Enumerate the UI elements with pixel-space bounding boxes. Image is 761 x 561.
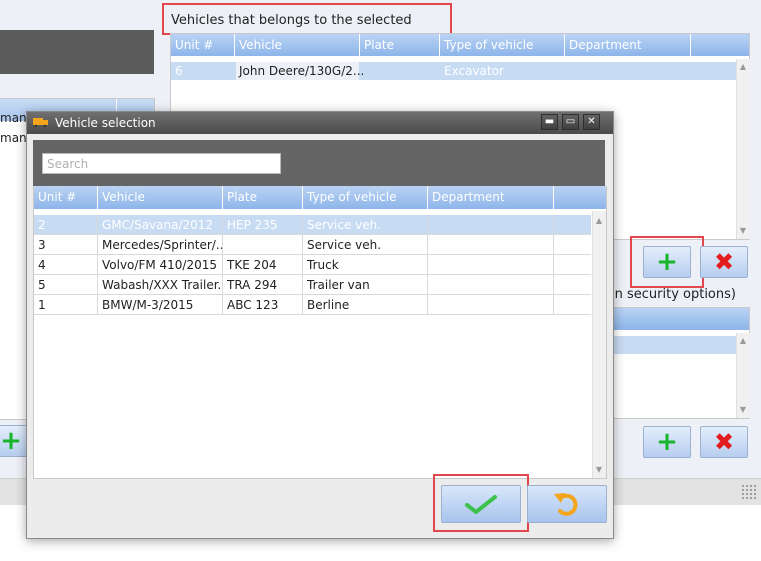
vehicle-grid-scrollbar[interactable]: ▲ ▼ (592, 211, 606, 478)
table-row[interactable]: 5 Wabash/XXX Trailer... TRA 294 Trailer … (34, 275, 591, 295)
cell-plate: TKE 204 (223, 255, 303, 275)
scroll-up-icon[interactable]: ▲ (737, 61, 749, 73)
cell-vehicle: John Deere/130G/2... (236, 62, 364, 80)
plus-icon: + (0, 426, 22, 456)
minimize-icon[interactable]: ▬ (541, 114, 558, 130)
table-row[interactable] (601, 336, 736, 354)
cell-type: Service veh. (303, 215, 428, 235)
undo-button[interactable] (527, 485, 607, 523)
scroll-up-icon[interactable]: ▲ (737, 335, 749, 347)
cell-vehicle: BMW/M-3/2015 (98, 295, 223, 315)
cell-type: Berline (303, 295, 428, 315)
cell-unit: 5 (34, 275, 98, 295)
column-header-plate[interactable]: Plate (223, 186, 303, 209)
group-grid-header: Unit # Vehicle Plate Type of vehicle Dep… (171, 34, 749, 56)
scroll-down-icon[interactable]: ▼ (737, 225, 749, 237)
left-add-button[interactable]: + (0, 425, 28, 457)
undo-icon (554, 493, 578, 516)
cell-unit: 1 (34, 295, 98, 315)
remove-button-2[interactable]: ✖ (700, 426, 748, 458)
scroll-down-icon[interactable]: ▼ (737, 404, 749, 416)
cell-plate: ABC 123 (223, 295, 303, 315)
cell-vehicle: Mercedes/Sprinter/... (98, 235, 223, 255)
group-grid-scrollbar[interactable]: ▲ ▼ (736, 59, 750, 239)
table-row[interactable]: 1 BMW/M-3/2015 ABC 123 Berline (34, 295, 591, 315)
search-input[interactable] (42, 153, 281, 174)
column-header-unit[interactable]: Unit # (171, 34, 235, 56)
second-grid: ▲ ▼ (600, 307, 750, 419)
checkmark-icon (465, 495, 497, 514)
add-vehicle-button[interactable]: + (643, 246, 691, 278)
left-panel-spacer (0, 74, 154, 96)
cell-plate: TRA 294 (223, 275, 303, 295)
scroll-up-icon[interactable]: ▲ (593, 215, 605, 227)
table-row[interactable]: 6 John Deere/130G/2... Excavator (171, 62, 736, 80)
table-row[interactable]: 4 Volvo/FM 410/2015 TKE 204 Truck (34, 255, 591, 275)
column-header-plate[interactable]: Plate (360, 34, 440, 56)
column-header-filler (691, 34, 749, 56)
vehicle-grid-header: Unit # Vehicle Plate Type of vehicle Dep… (34, 186, 606, 209)
column-header-department[interactable]: Department (565, 34, 691, 56)
close-icon[interactable]: ✕ (583, 114, 600, 130)
cell-type: Excavator (444, 64, 504, 78)
cell-department (428, 235, 554, 255)
plus-icon: + (656, 247, 678, 277)
column-header-type[interactable]: Type of vehicle (303, 186, 428, 209)
delete-icon: ✖ (713, 428, 735, 456)
cell-type: Service veh. (303, 235, 428, 255)
cell-unit: 2 (34, 215, 98, 235)
cell-unit: 3 (34, 235, 98, 255)
dialog-title: Vehicle selection (55, 116, 156, 130)
column-header-vehicle[interactable]: Vehicle (98, 186, 223, 209)
plus-icon: + (656, 427, 678, 457)
cell-plate: HEP 235 (223, 215, 303, 235)
add-button-2[interactable]: + (643, 426, 691, 458)
cell-plate (223, 235, 303, 255)
second-grid-scrollbar[interactable]: ▲ ▼ (736, 333, 750, 418)
column-header-vehicle[interactable]: Vehicle (235, 34, 360, 56)
second-grid-header (601, 308, 749, 330)
column-header-department[interactable]: Department (428, 186, 554, 209)
table-row[interactable]: 2 GMC/Savana/2012 HEP 235 Service veh. (34, 215, 591, 235)
cell-unit: 4 (34, 255, 98, 275)
group-vehicles-label: Vehicles that belongs to the selected gr… (162, 3, 452, 60)
column-header-type[interactable]: Type of vehicle (440, 34, 565, 56)
remove-vehicle-button[interactable]: ✖ (700, 246, 748, 278)
ok-button[interactable] (441, 485, 521, 523)
cell-department (428, 275, 554, 295)
cell-unit: 6 (175, 64, 183, 78)
search-area (33, 140, 605, 186)
cell-vehicle: GMC/Savana/2012 (98, 215, 223, 235)
column-header-filler (554, 186, 606, 209)
table-row[interactable]: 3 Mercedes/Sprinter/... Service veh. (34, 235, 591, 255)
truck-icon (33, 118, 48, 127)
delete-icon: ✖ (713, 248, 735, 276)
cell-department (428, 255, 554, 275)
resize-grip-icon[interactable] (741, 484, 757, 500)
left-panel-header (0, 30, 154, 74)
dialog-titlebar[interactable]: Vehicle selection ▬ ▭ ✕ (27, 112, 613, 134)
security-options-text: in security options) (611, 287, 736, 302)
cell-type: Truck (303, 255, 428, 275)
vehicle-list-grid: Unit # Vehicle Plate Type of vehicle Dep… (33, 186, 607, 479)
cell-department (428, 295, 554, 315)
vehicle-selection-dialog: Vehicle selection ▬ ▭ ✕ Unit # Vehicle P… (26, 111, 614, 539)
cell-department (428, 215, 554, 235)
column-header-unit[interactable]: Unit # (34, 186, 98, 209)
cell-type: Trailer van (303, 275, 428, 295)
cell-vehicle: Wabash/XXX Trailer... (98, 275, 223, 295)
maximize-icon[interactable]: ▭ (562, 114, 579, 130)
cell-vehicle: Volvo/FM 410/2015 (98, 255, 223, 275)
scroll-down-icon[interactable]: ▼ (593, 464, 605, 476)
